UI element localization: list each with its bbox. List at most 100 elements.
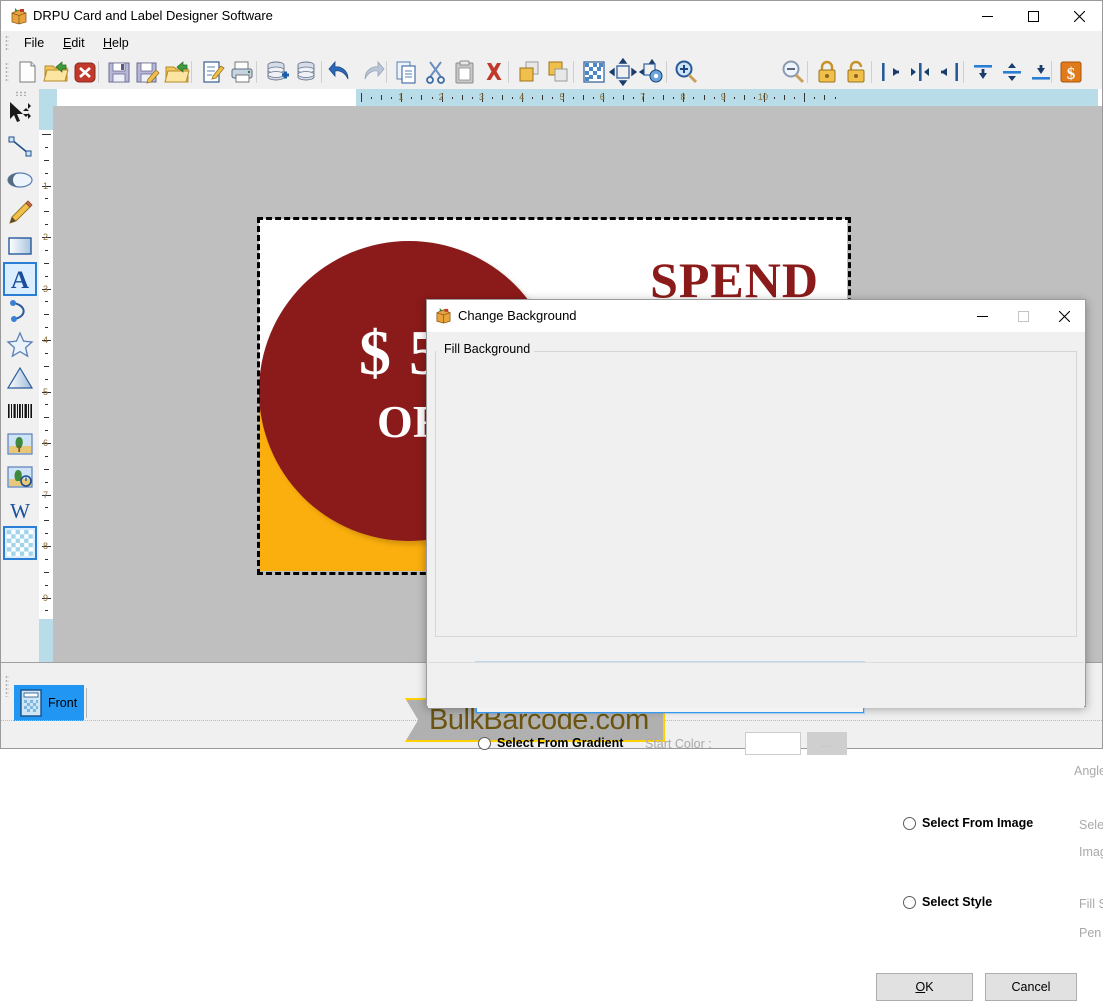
close-button[interactable] (1056, 1, 1102, 31)
application-window: DRPU Card and Label Designer Software Fi… (0, 0, 1103, 1001)
card-front-icon (20, 689, 42, 717)
app-box-icon (11, 8, 27, 25)
minimize-button[interactable] (964, 1, 1010, 31)
unlock-icon[interactable] (842, 58, 870, 86)
dialog-maximize-button (1003, 300, 1044, 332)
cancel-label: Cancel (1011, 980, 1051, 994)
label-select-style: Select Style (922, 895, 993, 909)
rectangle-tool[interactable] (5, 231, 35, 261)
select-move-tool[interactable] (5, 99, 35, 129)
currency-icon[interactable]: $ (1057, 58, 1085, 86)
menubar-grip[interactable] (5, 35, 9, 51)
label-select-from-image: Select From Image (922, 816, 1034, 830)
image-tool[interactable] (5, 429, 35, 459)
new-document-icon[interactable] (13, 58, 41, 86)
save-as-icon[interactable] (134, 58, 162, 86)
title-bar: DRPU Card and Label Designer Software (1, 1, 1102, 32)
tools-sidebar: A W (1, 89, 40, 662)
dialog-close-button[interactable] (1044, 300, 1085, 332)
grid-icon[interactable] (580, 58, 608, 86)
cancel-button[interactable]: Cancel (985, 973, 1077, 1001)
tab-separator (86, 688, 87, 718)
maximize-button[interactable] (1010, 1, 1056, 31)
start-color-browse-button[interactable]: ... (807, 732, 847, 755)
redo-icon[interactable] (357, 58, 385, 86)
signature-tool[interactable] (5, 462, 35, 492)
dialog-title: Change Background (458, 308, 577, 323)
barcode-tool[interactable] (5, 396, 35, 426)
print-icon[interactable] (228, 58, 256, 86)
align-right-icon[interactable] (935, 58, 963, 86)
send-back-icon[interactable] (544, 58, 572, 86)
svg-text:$: $ (1067, 64, 1076, 83)
tabstrip-grip[interactable] (5, 675, 9, 697)
arc-tool[interactable] (5, 297, 35, 327)
align-center-h-icon[interactable] (906, 58, 934, 86)
svg-text:W: W (10, 499, 30, 523)
menu-bar: File Edit Help (1, 31, 1102, 56)
import-folder-icon[interactable] (163, 58, 191, 86)
undo-icon[interactable] (328, 58, 356, 86)
radio-gradient[interactable] (478, 737, 491, 750)
svg-text:A: A (11, 267, 29, 294)
database-add-icon[interactable] (263, 58, 291, 86)
watermark-tool[interactable]: W (5, 495, 35, 525)
ellipse-tool[interactable] (5, 165, 35, 195)
watermark-arrow (405, 698, 427, 742)
align-left-icon[interactable] (877, 58, 905, 86)
label-image-fill-as: Image Fill As : (1079, 845, 1103, 859)
lock-icon[interactable] (813, 58, 841, 86)
toolbar-grip[interactable] (5, 62, 9, 82)
label-angle: Angle : (1074, 764, 1103, 778)
save-icon[interactable] (105, 58, 133, 86)
zoom-in-icon[interactable] (672, 58, 700, 86)
label-select-from-gradient: Select From Gradient (497, 736, 624, 750)
object-settings-icon[interactable] (638, 58, 666, 86)
star-tool[interactable] (5, 330, 35, 360)
start-color-swatch[interactable] (745, 732, 801, 755)
label-fill-style: Fill Style : (1079, 897, 1103, 911)
horizontal-ruler[interactable]: 1 2 3 4 5 6 7 8 9 10 (39, 89, 1102, 107)
change-background-dialog: Change Background Fill Background Select… (426, 299, 1103, 1001)
cut-icon[interactable] (422, 58, 450, 86)
app-box-icon (436, 307, 451, 324)
ok-button[interactable]: OK (876, 973, 973, 1001)
tools-grip[interactable] (15, 91, 27, 96)
fill-background-group: Fill Background (435, 340, 1077, 960)
vertical-ruler[interactable]: 123456789 (39, 106, 54, 662)
bring-front-icon[interactable] (515, 58, 543, 86)
move-object-icon[interactable] (609, 58, 637, 86)
main-toolbar: 128% (1, 55, 1102, 135)
delete-icon[interactable] (480, 58, 508, 86)
paste-icon[interactable] (451, 58, 479, 86)
radio-select-style[interactable] (903, 896, 916, 909)
window-title: DRPU Card and Label Designer Software (33, 8, 273, 23)
tab-front-label: Front (48, 696, 78, 710)
dialog-window-controls (962, 300, 1085, 332)
triangle-tool[interactable] (5, 363, 35, 393)
copy-icon[interactable] (393, 58, 421, 86)
line-tool[interactable] (5, 132, 35, 162)
group-label: Fill Background (440, 342, 535, 356)
zoom-out-icon[interactable] (779, 58, 807, 86)
tab-front[interactable]: Front (14, 685, 84, 721)
menu-edit[interactable]: Edit (53, 35, 95, 52)
card-headline-text: SPEND (650, 252, 819, 308)
menu-help[interactable]: Help (93, 35, 139, 52)
align-middle-v-icon[interactable] (998, 58, 1026, 86)
menu-file[interactable]: File (14, 35, 54, 52)
window-controls (964, 1, 1102, 31)
dialog-footer (428, 662, 1084, 708)
text-tool[interactable]: A (3, 262, 37, 296)
dialog-minimize-button[interactable] (962, 300, 1003, 332)
database-icon[interactable] (292, 58, 320, 86)
dialog-title-bar: Change Background (427, 300, 1085, 333)
align-top-icon[interactable] (969, 58, 997, 86)
open-folder-icon[interactable] (42, 58, 70, 86)
label-pen-color: Pen Color : (1079, 926, 1103, 940)
background-tool[interactable] (3, 526, 37, 560)
pencil-tool[interactable] (5, 198, 35, 228)
radio-select-from-image[interactable] (903, 817, 916, 830)
close-document-icon[interactable] (71, 58, 99, 86)
edit-document-icon[interactable] (199, 58, 227, 86)
